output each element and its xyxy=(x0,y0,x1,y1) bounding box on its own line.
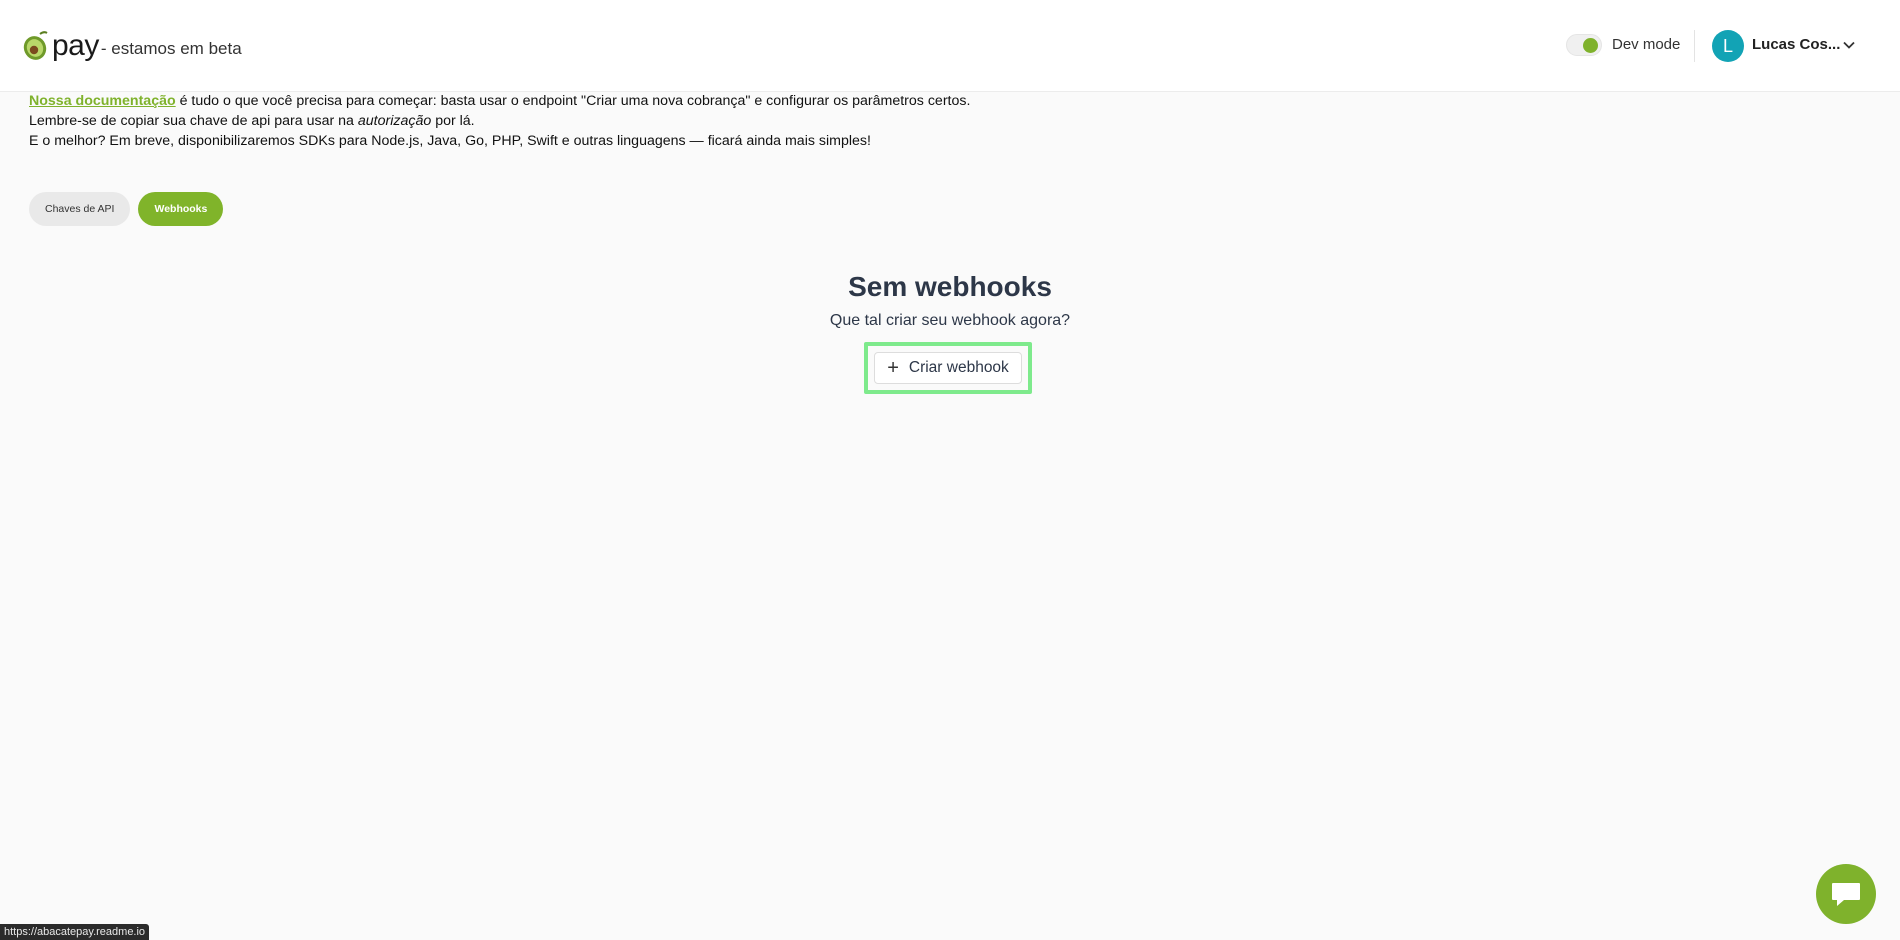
chat-icon xyxy=(1832,883,1860,906)
empty-state-title: Sem webhooks xyxy=(848,271,1052,302)
intro-line-3: E o melhor? Em breve, disponibilizaremos… xyxy=(29,133,871,149)
intro-line-2-em: autorização xyxy=(357,113,432,129)
intro-line-1-text: é tudo o que você precisa para começar: … xyxy=(175,93,971,109)
avatar[interactable]: L xyxy=(1712,30,1744,62)
tab-webhooks[interactable]: Webhooks xyxy=(138,192,224,226)
toggle-knob xyxy=(1583,38,1598,53)
header-divider xyxy=(1694,30,1695,62)
documentation-link[interactable]: Nossa documentação xyxy=(29,93,176,109)
create-webhook-button[interactable]: + Criar webhook xyxy=(874,352,1022,384)
avocado-logo-icon xyxy=(23,31,48,60)
empty-state-subtitle: Que tal criar seu webhook agora? xyxy=(829,312,1071,329)
dev-mode-toggle[interactable] xyxy=(1566,34,1602,56)
beta-tagline: - estamos em beta xyxy=(100,39,242,58)
intro-line-2-b: por lá. xyxy=(431,113,475,129)
intro-text: Nossa documentação é tudo o que você pre… xyxy=(29,91,970,151)
status-bar-url: https://abacatepay.readme.io xyxy=(0,924,150,940)
create-webhook-label: Criar webhook xyxy=(908,359,1009,376)
brand-logo[interactable]: pay - estamos em beta xyxy=(22,30,242,62)
user-name[interactable]: Lucas Cos... xyxy=(1752,36,1840,53)
intro-line-1: Nossa documentação é tudo o que você pre… xyxy=(29,91,970,111)
intro-line-2: Lembre-se de copiar sua chave de api par… xyxy=(29,111,970,131)
tabs: Chaves de API Webhooks xyxy=(29,192,224,226)
dev-mode-label: Dev mode xyxy=(1612,36,1681,53)
top-header: pay - estamos em beta Dev mode L Lucas C… xyxy=(0,0,1900,92)
intro-line-2-a: Lembre-se de copiar sua chave de api par… xyxy=(29,113,358,129)
tab-api-keys[interactable]: Chaves de API xyxy=(29,192,131,226)
logo-wordmark: pay xyxy=(52,29,99,62)
chevron-down-icon[interactable] xyxy=(1842,38,1856,52)
create-webhook-highlight: + Criar webhook xyxy=(864,342,1032,394)
plus-icon: + xyxy=(887,357,899,379)
chat-widget-button[interactable] xyxy=(1816,864,1876,924)
